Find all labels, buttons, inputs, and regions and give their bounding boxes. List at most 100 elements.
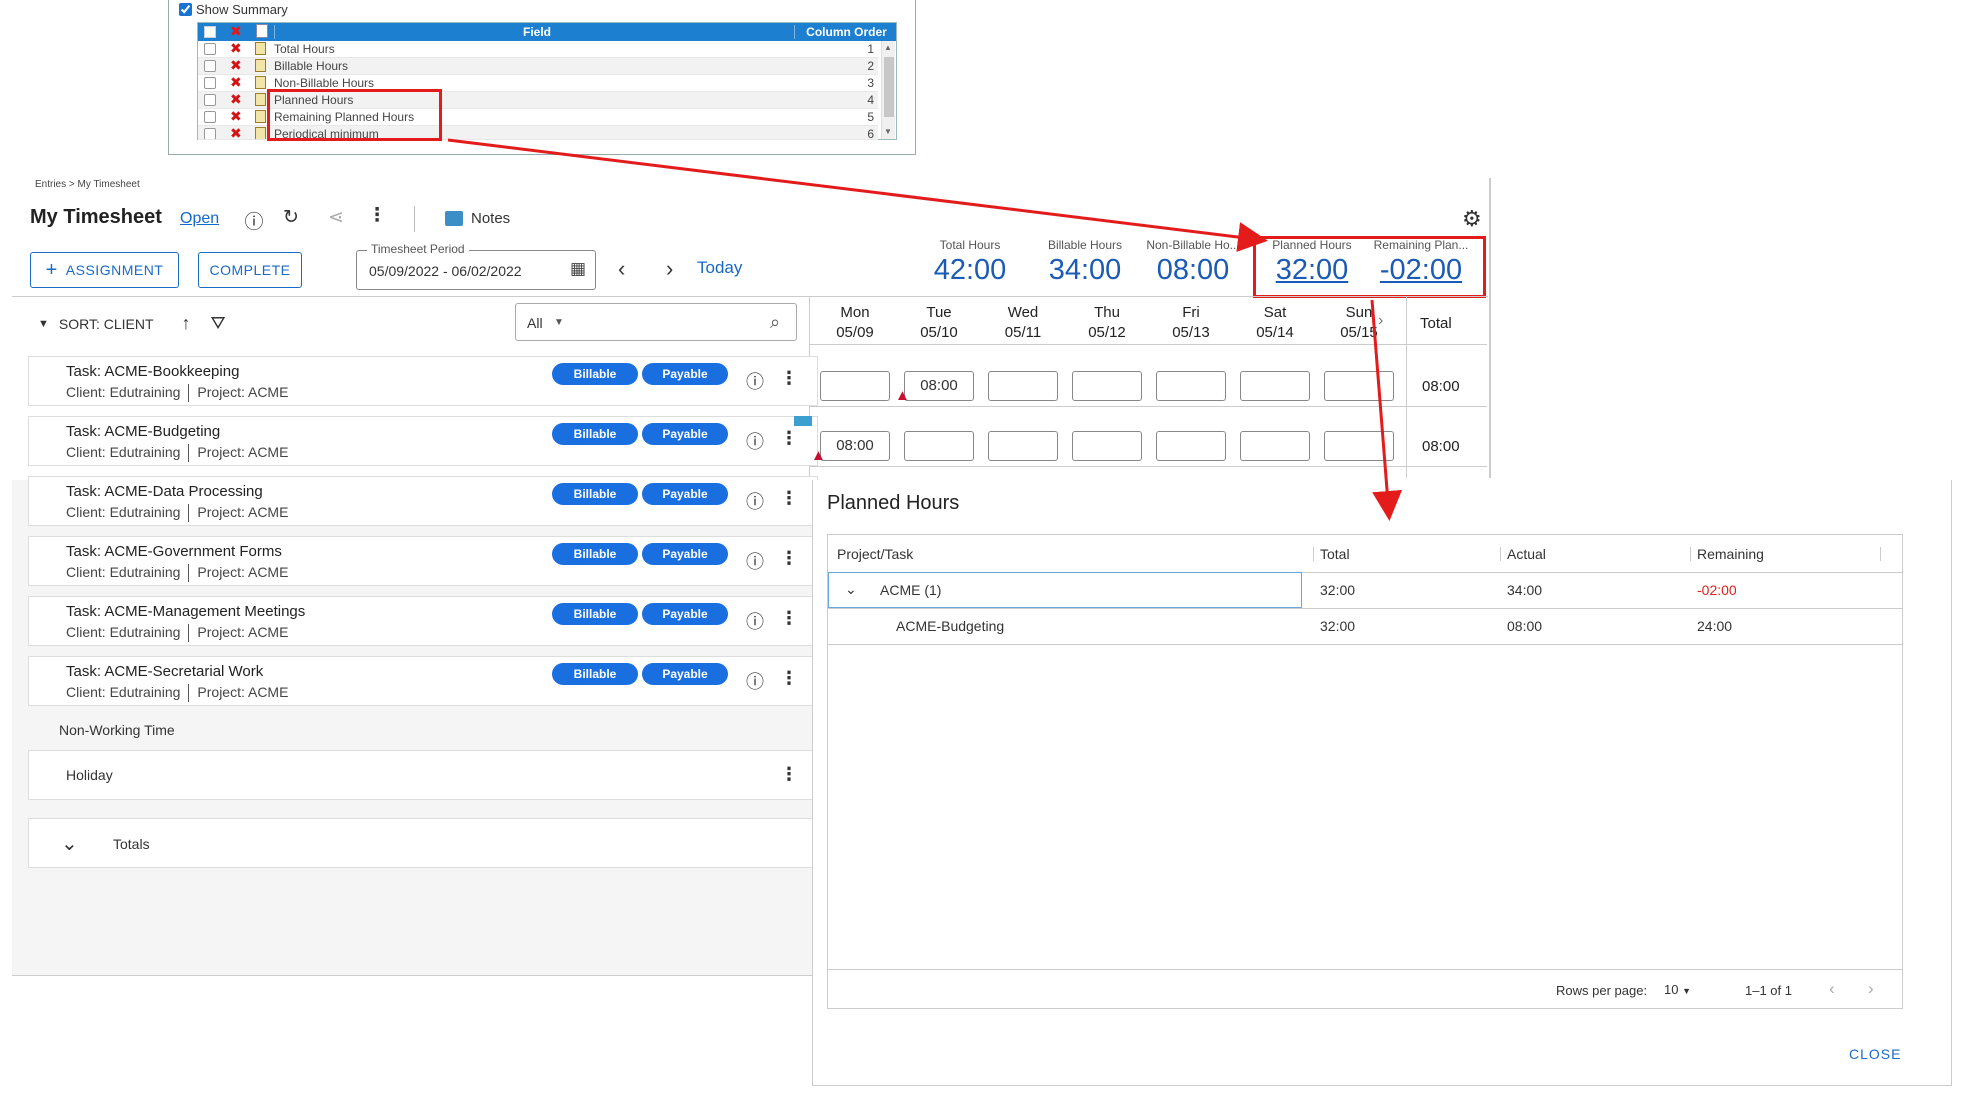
- row-checkbox[interactable]: [204, 111, 216, 123]
- row-checkbox[interactable]: [204, 128, 216, 139]
- delete-icon[interactable]: ✖: [230, 126, 242, 139]
- sort-label[interactable]: SORT: CLIENT: [59, 316, 154, 332]
- task-row[interactable]: Task: ACME-Management Meetings Client: E…: [28, 596, 818, 646]
- select-all-checkbox[interactable]: [204, 26, 216, 38]
- refresh-icon[interactable]: ↻: [278, 206, 304, 229]
- task-row[interactable]: Task: ACME-Data Processing Client: Edutr…: [28, 476, 818, 526]
- time-entry-tue[interactable]: [904, 431, 974, 461]
- totals-section[interactable]: ⌄ Totals: [28, 818, 818, 868]
- row-checkbox[interactable]: [204, 60, 216, 72]
- column-header-remaining[interactable]: Remaining: [1697, 546, 1764, 562]
- time-entry-sun[interactable]: [1324, 371, 1394, 401]
- gear-icon[interactable]: ⚙: [1462, 206, 1482, 232]
- chevron-down-icon[interactable]: ⌄: [61, 831, 78, 856]
- delete-icon[interactable]: ✖: [230, 91, 242, 108]
- scroll-thumb[interactable]: [884, 57, 894, 117]
- scroll-up-icon[interactable]: ▲: [884, 43, 892, 52]
- delete-icon[interactable]: ✖: [230, 108, 242, 125]
- show-summary-checkbox[interactable]: [179, 3, 192, 16]
- task-row[interactable]: Task: ACME-Bookkeeping Client: Edutraini…: [28, 356, 818, 406]
- warning-icon[interactable]: ▲: [811, 447, 826, 464]
- share-icon[interactable]: ⋖: [323, 206, 349, 229]
- filter-select-value[interactable]: All: [527, 315, 543, 331]
- info-icon[interactable]: ⓘ: [746, 368, 764, 394]
- delete-icon[interactable]: ✖: [230, 57, 242, 74]
- more-vertical-icon[interactable]: ⋮: [780, 764, 798, 785]
- row-checkbox[interactable]: [204, 43, 216, 55]
- delete-icon[interactable]: ✖: [230, 40, 242, 57]
- time-entry-tue[interactable]: 08:00: [904, 371, 974, 401]
- time-entry-mon[interactable]: [820, 371, 890, 401]
- more-vertical-icon[interactable]: ⋮: [780, 488, 798, 509]
- time-entry-sun[interactable]: [1324, 431, 1394, 461]
- time-entry-fri[interactable]: [1156, 431, 1226, 461]
- task-row[interactable]: Task: ACME-Secretarial Work Client: Edut…: [28, 656, 818, 706]
- task-filter-search[interactable]: All ▼ ⌕: [515, 303, 797, 341]
- time-entry-wed[interactable]: [988, 371, 1058, 401]
- status-link[interactable]: Open: [180, 210, 219, 228]
- caret-down-icon[interactable]: ▼: [38, 318, 49, 330]
- timesheet-period-field[interactable]: Timesheet Period 05/09/2022 - 06/02/2022…: [356, 242, 596, 290]
- config-row[interactable]: ✖ Billable Hours 2: [198, 57, 878, 75]
- edit-icon[interactable]: [255, 127, 266, 139]
- time-entry-thu[interactable]: [1072, 431, 1142, 461]
- add-assignment-button[interactable]: + ASSIGNMENT: [30, 252, 179, 288]
- previous-page-icon[interactable]: ‹: [1829, 979, 1835, 999]
- time-entry-thu[interactable]: [1072, 371, 1142, 401]
- more-vertical-icon[interactable]: ⋮: [780, 668, 798, 689]
- grid-scrollbar[interactable]: ▲ ▼: [881, 41, 895, 139]
- scroll-down-icon[interactable]: ▼: [884, 127, 892, 136]
- edit-icon[interactable]: [255, 42, 266, 55]
- time-entry-fri[interactable]: [1156, 371, 1226, 401]
- holiday-row[interactable]: Holiday ⋮: [28, 750, 818, 800]
- complete-button[interactable]: COMPLETE: [198, 252, 302, 288]
- filter-icon[interactable]: ⛛: [211, 313, 226, 334]
- field-column-header[interactable]: Field: [274, 25, 799, 39]
- sort-control[interactable]: ▼ SORT: CLIENT ↑ ⛛: [38, 313, 226, 334]
- more-vertical-icon[interactable]: ⋮: [780, 548, 798, 569]
- row-checkbox[interactable]: [204, 94, 216, 106]
- task-row[interactable]: Task: ACME-Government Forms Client: Edut…: [28, 536, 818, 586]
- info-icon[interactable]: ⓘ: [746, 668, 764, 694]
- chevron-down-icon[interactable]: ⌄: [845, 581, 857, 598]
- column-header-total[interactable]: Total: [1320, 546, 1350, 562]
- more-vertical-icon[interactable]: ⋮: [780, 368, 798, 389]
- previous-period-icon[interactable]: ‹: [618, 256, 625, 282]
- time-entry-mon[interactable]: 08:00: [820, 431, 890, 461]
- info-icon[interactable]: ⓘ: [746, 428, 764, 454]
- show-summary-toggle[interactable]: Show Summary: [179, 2, 288, 17]
- delete-icon[interactable]: ✖: [230, 74, 242, 91]
- config-row[interactable]: ✖ Total Hours 1: [198, 40, 878, 58]
- chevron-right-icon[interactable]: ›: [1378, 312, 1383, 330]
- task-row[interactable]: Task: ACME-Budgeting Client: Edutraining…: [28, 416, 818, 466]
- time-entry-wed[interactable]: [988, 431, 1058, 461]
- notes-button[interactable]: Notes: [445, 210, 510, 227]
- sort-ascending-icon[interactable]: ↑: [182, 313, 191, 334]
- column-order-header[interactable]: Column Order: [794, 25, 898, 39]
- next-period-icon[interactable]: ›: [666, 256, 673, 282]
- more-vertical-icon[interactable]: ⋮: [780, 428, 798, 449]
- time-entry-sat[interactable]: [1240, 431, 1310, 461]
- today-link[interactable]: Today: [697, 258, 742, 278]
- warning-icon[interactable]: ▲: [895, 387, 910, 404]
- caret-down-icon[interactable]: ▼: [554, 317, 564, 328]
- calendar-icon[interactable]: ▦: [570, 259, 586, 279]
- column-header-actual[interactable]: Actual: [1507, 546, 1546, 562]
- info-icon[interactable]: ⓘ: [746, 608, 764, 634]
- column-header-project-task[interactable]: Project/Task: [837, 546, 913, 562]
- info-icon[interactable]: ⓘ: [746, 548, 764, 574]
- edit-icon[interactable]: [255, 59, 266, 72]
- time-entry-sat[interactable]: [1240, 371, 1310, 401]
- more-vertical-icon[interactable]: ⋮: [364, 204, 390, 227]
- info-icon[interactable]: ⓘ: [746, 488, 764, 514]
- more-vertical-icon[interactable]: ⋮: [780, 608, 798, 629]
- edit-icon[interactable]: [255, 110, 266, 123]
- edit-icon[interactable]: [255, 76, 266, 89]
- breadcrumb[interactable]: Entries > My Timesheet: [35, 179, 140, 190]
- info-icon[interactable]: ⓘ: [241, 207, 267, 234]
- search-icon[interactable]: ⌕: [770, 312, 780, 333]
- edit-icon[interactable]: [255, 93, 266, 106]
- rows-per-page-select[interactable]: 10 ▼: [1664, 982, 1691, 997]
- row-checkbox[interactable]: [204, 77, 216, 89]
- close-button[interactable]: CLOSE: [1849, 1046, 1901, 1062]
